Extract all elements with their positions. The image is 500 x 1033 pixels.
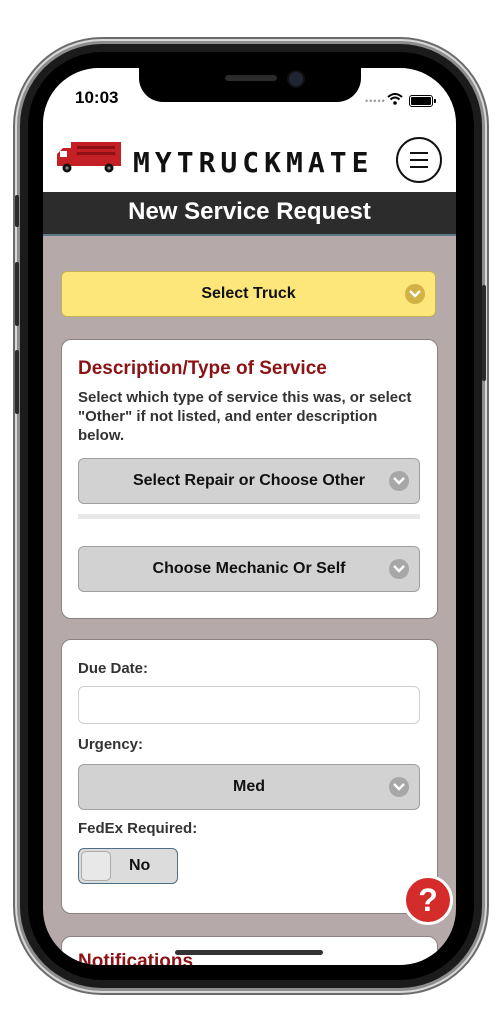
description-card: Description/Type of Service Select which… — [61, 339, 438, 619]
help-question-icon[interactable]: ? — [406, 878, 450, 922]
details-card: Due Date: Urgency: Med FedEx Required: N… — [61, 639, 438, 914]
chevron-down-icon — [389, 777, 409, 797]
main-content[interactable]: Select Truck Description/Type of Service… — [43, 234, 456, 965]
select-truck-dropdown[interactable]: Select Truck — [61, 271, 436, 317]
select-truck-label: Select Truck — [201, 285, 296, 302]
app-header: MYTRUCKMATE — [43, 124, 456, 192]
fedex-required-toggle[interactable]: No — [78, 848, 178, 884]
signal-icon: ••••• — [365, 96, 386, 106]
urgency-dropdown[interactable]: Med — [78, 764, 420, 810]
hamburger-menu-icon[interactable] — [396, 137, 442, 183]
speaker — [225, 75, 277, 81]
status-time: 10:03 — [75, 88, 119, 107]
volume-down-button — [15, 350, 19, 414]
battery-icon — [409, 95, 436, 107]
fedex-required-label: FedEx Required: — [78, 820, 198, 837]
mute-switch — [15, 195, 19, 227]
wifi-icon — [387, 92, 403, 110]
truck-logo-icon[interactable] — [55, 140, 125, 179]
home-indicator[interactable] — [175, 950, 323, 955]
status-bar: 10:03 ••••• — [43, 68, 456, 124]
chevron-down-icon — [389, 559, 409, 579]
power-button — [482, 285, 486, 381]
notch — [139, 68, 361, 102]
mechanic-select-dropdown[interactable]: Choose Mechanic Or Self — [78, 546, 420, 592]
front-camera — [287, 70, 305, 88]
phone-screen: 10:03 ••••• MYTRUCKMATE New Service Requ… — [43, 68, 456, 965]
description-instructions: Select which type of service this was, o… — [78, 389, 412, 444]
chevron-down-icon — [405, 284, 425, 304]
toggle-state-text: No — [129, 857, 151, 874]
description-divider — [78, 514, 420, 519]
repair-select-dropdown[interactable]: Select Repair or Choose Other — [78, 458, 420, 504]
description-section-title: Description/Type of Service — [78, 358, 327, 379]
urgency-label: Urgency: — [78, 736, 144, 753]
chevron-down-icon — [389, 471, 409, 491]
urgency-value: Med — [233, 778, 265, 795]
due-date-input[interactable] — [78, 686, 420, 724]
due-date-label: Due Date: — [78, 660, 149, 677]
toggle-knob[interactable] — [81, 851, 111, 881]
page-title: New Service Request — [43, 192, 456, 236]
repair-select-label: Select Repair or Choose Other — [132, 472, 366, 489]
brand-name[interactable]: MYTRUCKMATE — [133, 146, 373, 179]
mechanic-select-label: Choose Mechanic Or Self — [152, 560, 346, 577]
volume-up-button — [15, 262, 19, 326]
